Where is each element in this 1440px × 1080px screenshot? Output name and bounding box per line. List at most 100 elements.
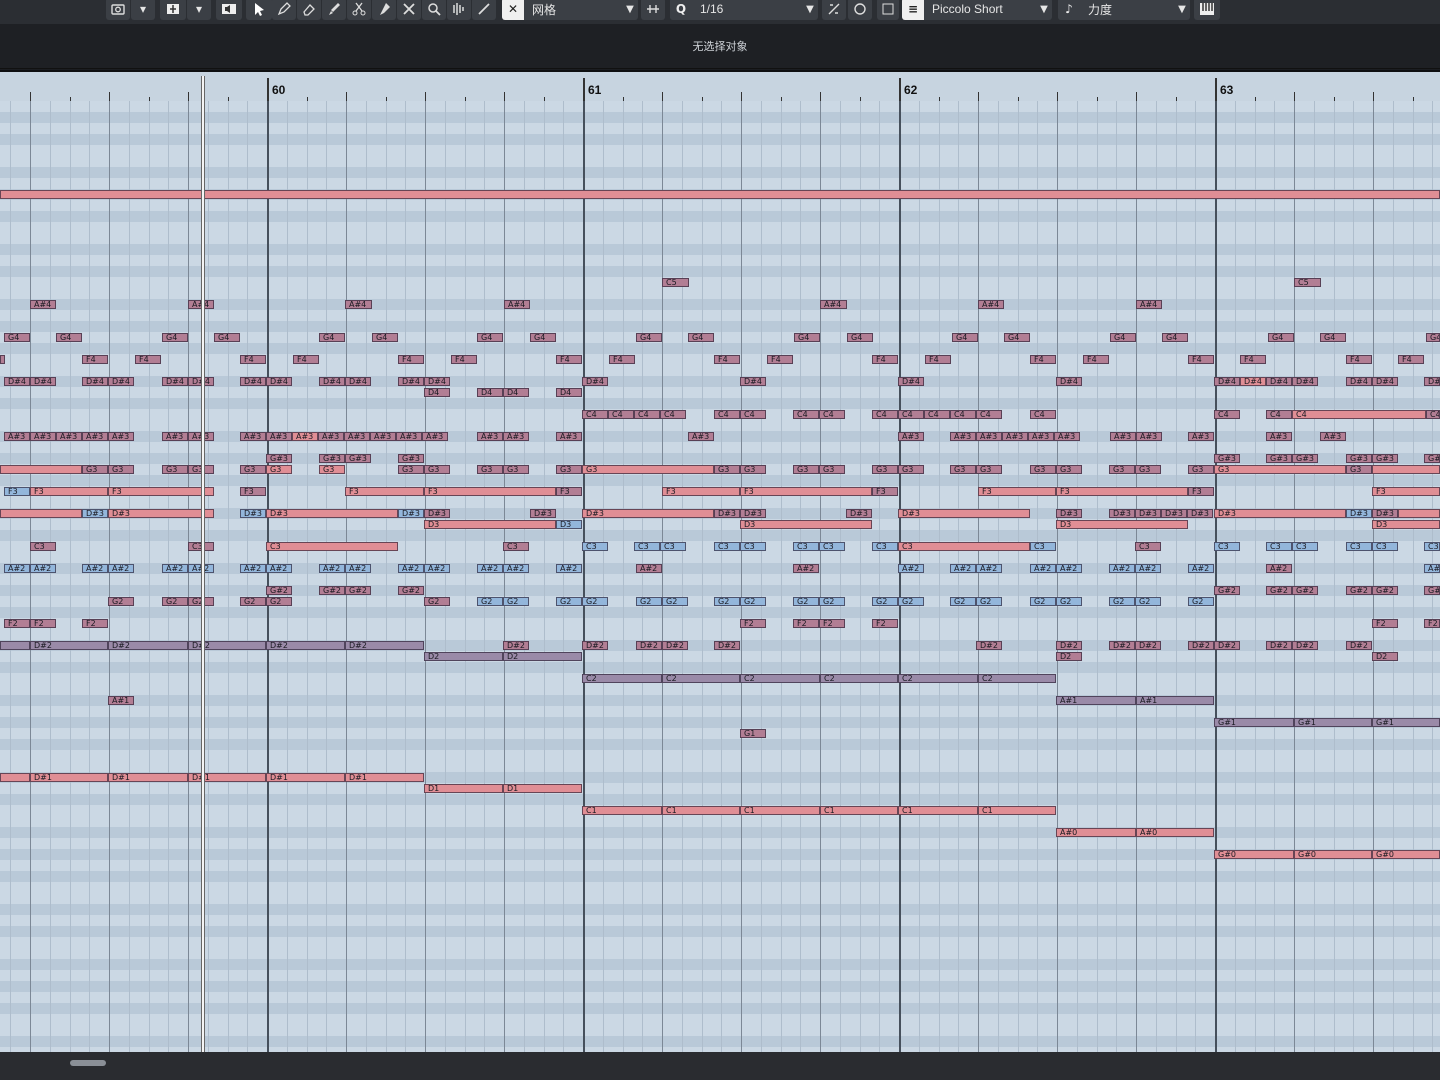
midi-note[interactable]: G2	[162, 597, 188, 606]
midi-note[interactable]: C4	[608, 410, 634, 419]
midi-note[interactable]: D#2	[108, 641, 188, 650]
midi-note[interactable]: F3	[30, 487, 108, 496]
midi-note[interactable]: C3	[1346, 542, 1372, 551]
midi-note[interactable]: G#3	[1266, 454, 1292, 463]
midi-note[interactable]: G2	[740, 597, 766, 606]
midi-note[interactable]	[1372, 465, 1440, 474]
midi-note[interactable]: G2	[793, 597, 819, 606]
midi-note[interactable]: D#2	[582, 641, 608, 650]
midi-note[interactable]: F4	[82, 355, 108, 364]
midi-note[interactable]: G3	[424, 465, 450, 474]
midi-note[interactable]: G3	[82, 465, 108, 474]
midi-note[interactable]: D#3	[582, 509, 714, 518]
midi-note[interactable]: F4	[240, 355, 266, 364]
midi-note[interactable]: A#3	[240, 432, 266, 441]
midi-note[interactable]: A#2	[345, 564, 371, 573]
midi-note[interactable]: D#4	[424, 377, 450, 386]
midi-note[interactable]: F2	[1372, 619, 1398, 628]
midi-note[interactable]: G4	[162, 333, 188, 342]
midi-note[interactable]: D#4	[1346, 377, 1372, 386]
midi-note[interactable]: A#3	[1028, 432, 1054, 441]
midi-note[interactable]: D#4	[108, 377, 134, 386]
midi-note[interactable]: A#3	[318, 432, 344, 441]
midi-note[interactable]: G3	[793, 465, 819, 474]
midi-note[interactable]: D#1	[108, 773, 188, 782]
midi-note[interactable]: G#2	[266, 586, 292, 595]
midi-note[interactable]: C1	[978, 806, 1056, 815]
midi-note[interactable]: G3	[266, 465, 292, 474]
midi-note[interactable]: D2	[1056, 652, 1082, 661]
midi-note[interactable]: G#3	[1424, 454, 1440, 463]
zoom-icon[interactable]	[422, 0, 446, 20]
midi-note[interactable]: D#3	[398, 509, 424, 518]
midi-note[interactable]: F3	[108, 487, 214, 496]
midi-note[interactable]: D#2	[1135, 641, 1161, 650]
midi-note[interactable]: A#3	[108, 432, 134, 441]
midi-note[interactable]: A#2	[1056, 564, 1082, 573]
controller-select[interactable]: ♪ 力度 ▼	[1058, 0, 1190, 20]
midi-note[interactable]: G#3	[1292, 454, 1318, 463]
midi-note[interactable]: C4	[1426, 410, 1440, 419]
midi-note[interactable]: G3	[240, 465, 266, 474]
midi-note[interactable]: C1	[820, 806, 898, 815]
midi-note[interactable]: A#2	[319, 564, 345, 573]
midi-note[interactable]: F3	[740, 487, 872, 496]
midi-note[interactable]: G2	[662, 597, 688, 606]
midi-note[interactable]: G3	[976, 465, 1002, 474]
midi-note[interactable]: F4	[1188, 355, 1214, 364]
midi-note[interactable]: G4	[372, 333, 398, 342]
auto-scroll-icon[interactable]	[160, 0, 186, 20]
midi-note[interactable]: G#1	[1214, 718, 1294, 727]
midi-note[interactable]: G4	[4, 333, 30, 342]
midi-note[interactable]: A#2	[424, 564, 450, 573]
midi-note[interactable]: D#3	[108, 509, 214, 518]
midi-note[interactable]: D#4	[1292, 377, 1318, 386]
midi-note[interactable]	[0, 773, 30, 782]
midi-note[interactable]: G3	[819, 465, 845, 474]
midi-note[interactable]: G3	[162, 465, 188, 474]
midi-note[interactable]: G2	[503, 597, 529, 606]
midi-note[interactable]: G#1	[1372, 718, 1440, 727]
midi-note[interactable]: C3	[1424, 542, 1440, 551]
midi-note[interactable]: D#3	[1161, 509, 1187, 518]
midi-note[interactable]: D#4	[898, 377, 924, 386]
midi-note[interactable]: C1	[662, 806, 740, 815]
midi-note[interactable]: G3	[1346, 465, 1372, 474]
midi-note[interactable]: A#3	[1136, 432, 1162, 441]
midi-note[interactable]: F3	[556, 487, 582, 496]
midi-note[interactable]: A#3	[266, 432, 292, 441]
midi-note[interactable]: C4	[793, 410, 819, 419]
midi-note[interactable]: F4	[714, 355, 740, 364]
midi-note[interactable]: D#3	[266, 509, 398, 518]
midi-note[interactable]: F2	[740, 619, 766, 628]
midi-note[interactable]: G2	[1056, 597, 1082, 606]
midi-note[interactable]: A#2	[1424, 564, 1440, 573]
midi-note[interactable]: D#2	[1188, 641, 1214, 650]
midi-note[interactable]: G#3	[398, 454, 424, 463]
midi-note[interactable]: C3	[819, 542, 845, 551]
midi-note[interactable]: C4	[634, 410, 660, 419]
midi-note[interactable]: C4	[898, 410, 924, 419]
midi-note[interactable]: C4	[740, 410, 766, 419]
midi-note[interactable]: G3	[398, 465, 424, 474]
midi-note[interactable]: A#2	[398, 564, 424, 573]
midi-note[interactable]: D#1	[345, 773, 424, 782]
midi-note[interactable]: G#0	[1372, 850, 1440, 859]
midi-note[interactable]: F4	[1240, 355, 1266, 364]
midi-note[interactable]: D#2	[1056, 641, 1082, 650]
line-icon[interactable]	[472, 0, 496, 20]
midi-note[interactable]: F3	[978, 487, 1056, 496]
midi-note[interactable]: F4	[1030, 355, 1056, 364]
midi-note[interactable]: D#4	[319, 377, 345, 386]
midi-note[interactable]: C2	[898, 674, 978, 683]
midi-note[interactable]: D#3	[1135, 509, 1161, 518]
midi-note[interactable]: A#2	[1109, 564, 1135, 573]
midi-note[interactable]: A#4	[30, 300, 56, 309]
midi-note[interactable]: G3	[503, 465, 529, 474]
midi-note[interactable]: F4	[767, 355, 793, 364]
midi-note[interactable]: D3	[424, 520, 556, 529]
midi-note[interactable]: D#2	[1109, 641, 1135, 650]
midi-note[interactable]: G3	[582, 465, 714, 474]
scrollbar-thumb[interactable]	[70, 1060, 106, 1066]
midi-note[interactable]: D#2	[1266, 641, 1292, 650]
